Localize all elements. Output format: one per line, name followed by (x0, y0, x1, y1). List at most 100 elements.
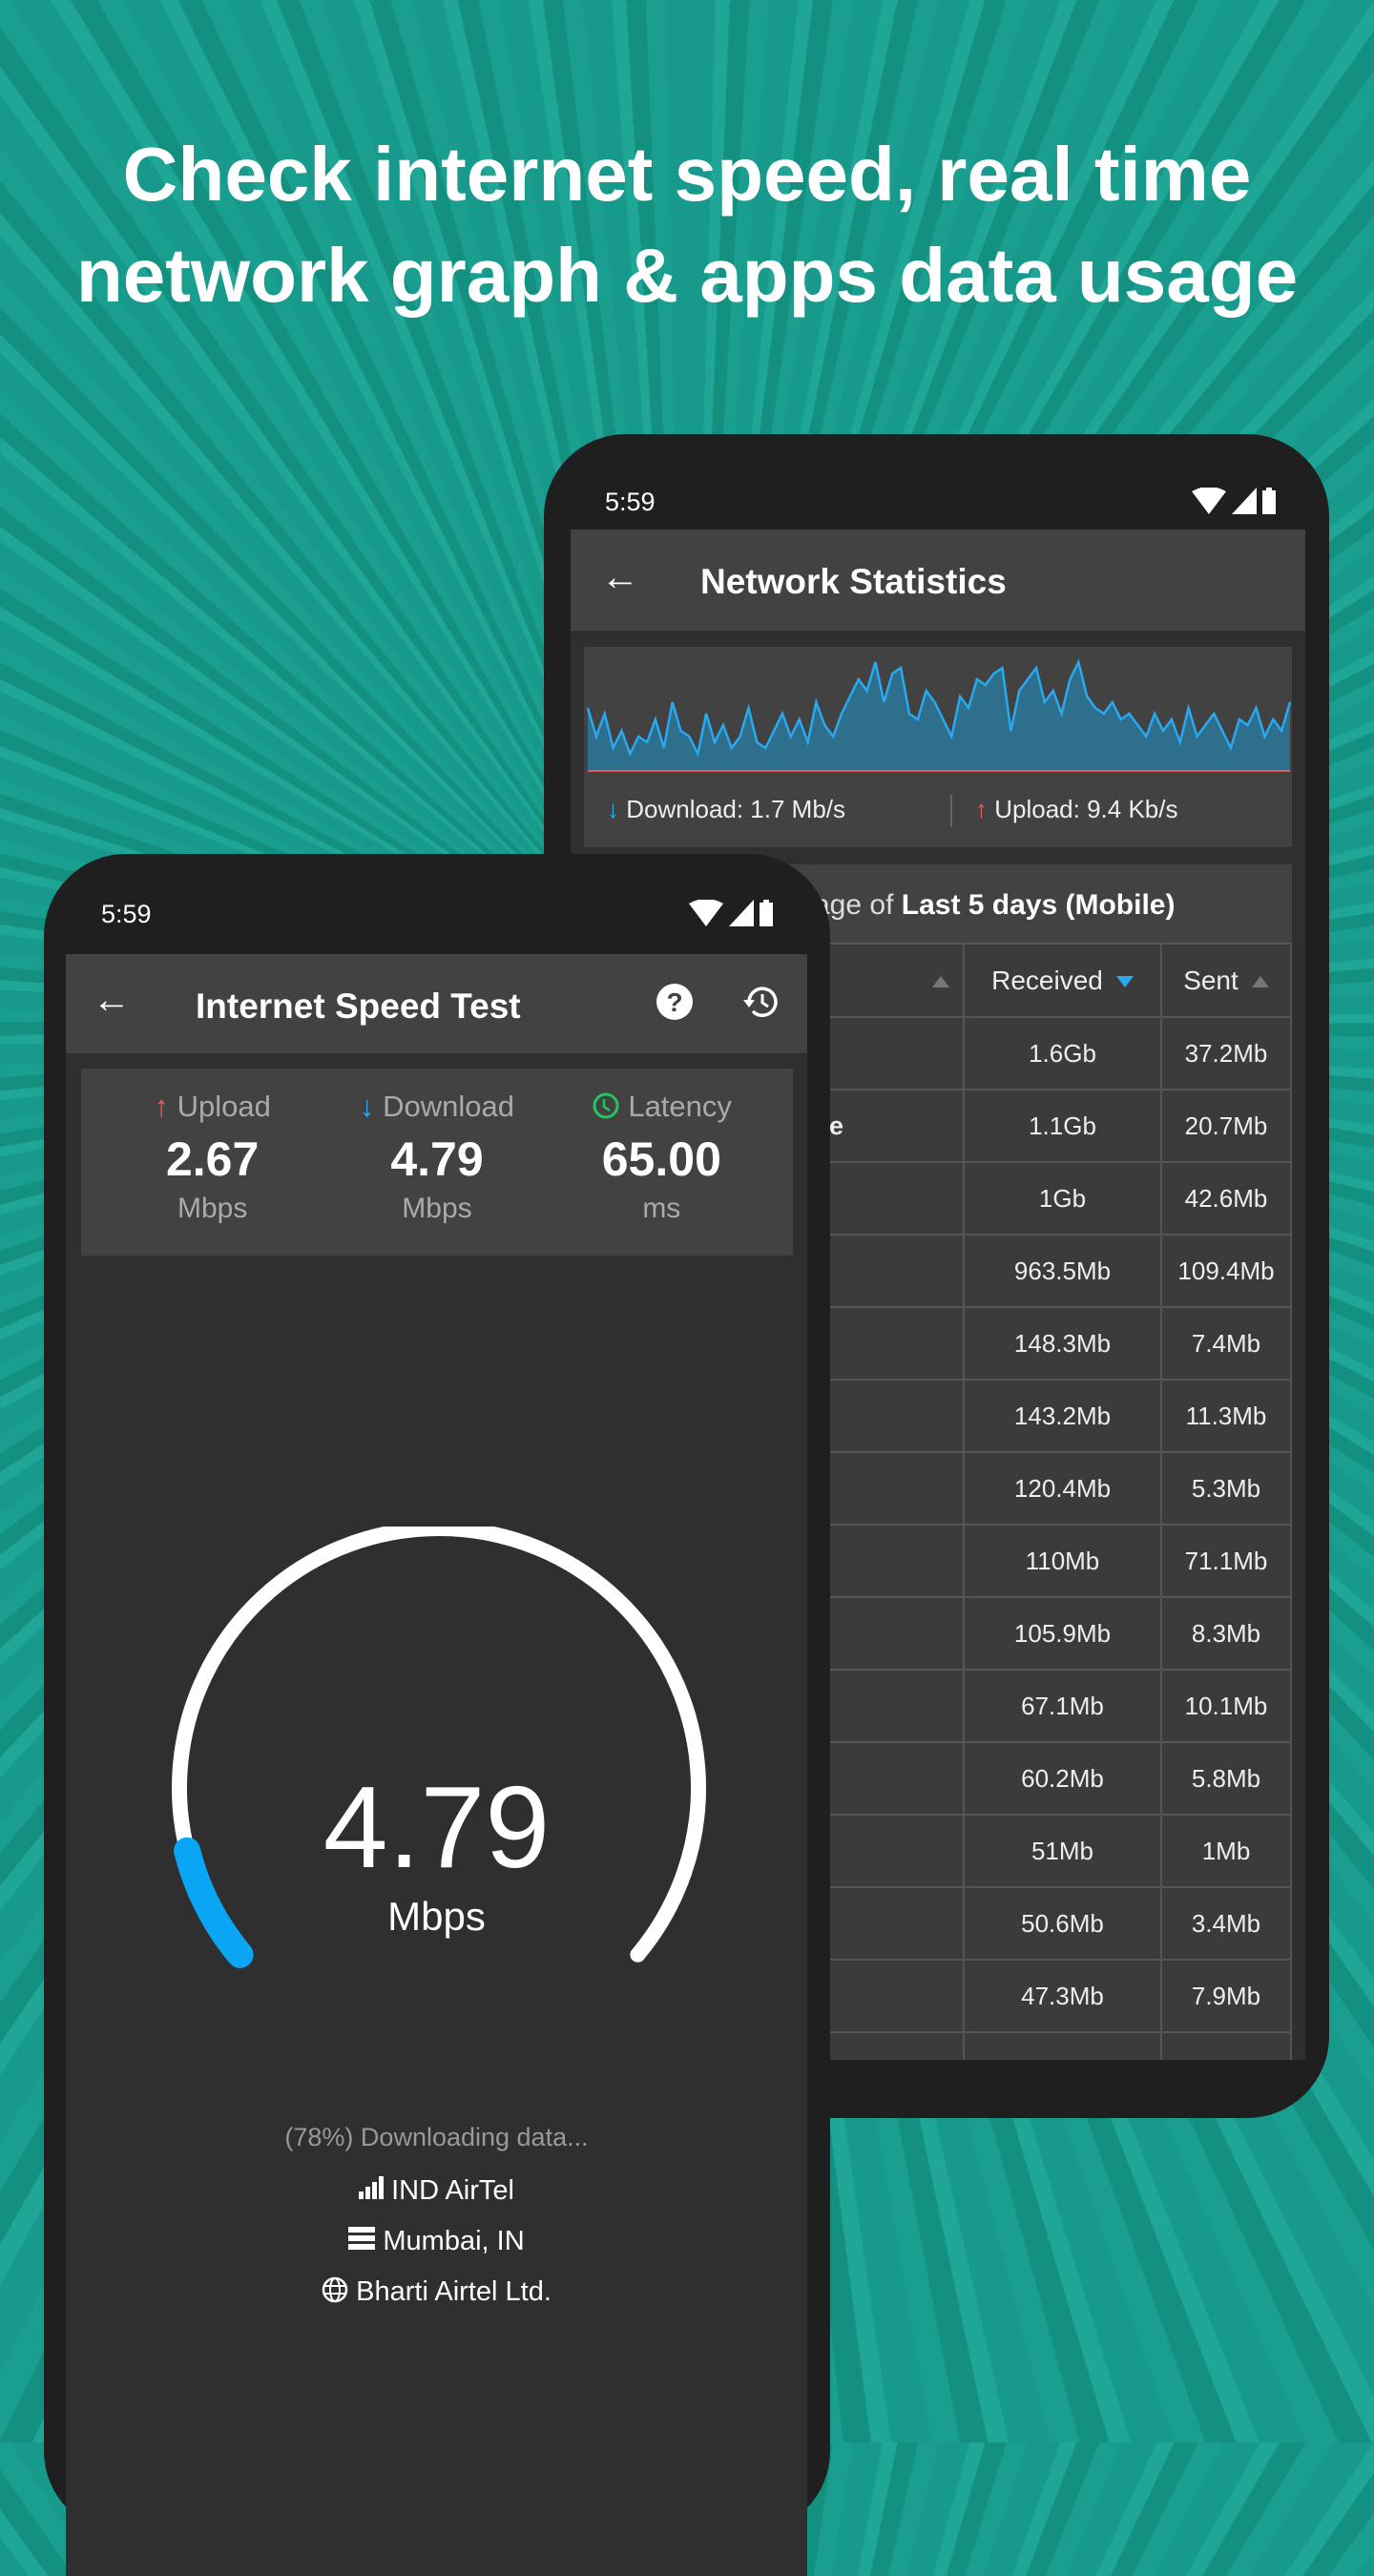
received-cell: 60.2Mb (963, 1741, 1162, 1816)
download-rate: Download: 1.7 Mb/s (626, 795, 846, 823)
toolbar: ← Network Statistics (571, 530, 1305, 631)
results-card: ↑ Upload 2.67 Mbps ↓ Download 4.79 Mbps … (81, 1069, 793, 1256)
server-row: Mumbai, IN (66, 2226, 807, 2257)
headline: Check internet speed, real time network … (0, 124, 1374, 326)
upload-label: Upload (177, 1090, 271, 1123)
toolbar: ← Internet Speed Test ? (66, 954, 807, 1053)
status-time: 5:59 (605, 488, 656, 516)
sent-cell: 71.1Mb (1160, 1524, 1292, 1598)
sent-cell: 5.8Mb (1160, 1741, 1292, 1816)
received-header: Received (991, 965, 1103, 995)
speed-test-screen: ← Internet Speed Test ? ↑ Upload 2.67 Mb… (66, 954, 807, 2576)
download-arrow-icon: ↓ (359, 1090, 375, 1123)
isp-name: Bharti Airtel Ltd. (356, 2276, 552, 2307)
received-cell: 120.4Mb (963, 1451, 1162, 1526)
sent-cell: 20.7Mb (1160, 1089, 1292, 1163)
page-title: Network Statistics (700, 562, 1007, 601)
history-icon[interactable] (741, 983, 781, 1021)
headline-line-2: network graph & apps data usage (75, 233, 1299, 318)
operator-name: IND AirTel (391, 2175, 514, 2206)
gauge-unit: Mbps (387, 1894, 486, 1939)
upload-arrow-icon: ↑ (975, 795, 988, 823)
cellular-icon (729, 900, 754, 926)
legend-divider (950, 795, 952, 827)
status-icons (689, 900, 773, 926)
sent-cell: 10.1Mb (1160, 1669, 1292, 1743)
usage-period: Last 5 days (Mobile) (901, 889, 1176, 921)
speed-test-phone: 5:59 ← Internet Speed Test ? ↑ Upload 2.… (44, 854, 830, 2576)
network-graph (586, 658, 1292, 772)
sent-cell: 7.4Mb (1160, 1306, 1292, 1381)
received-cell: 51Mb (963, 1814, 1162, 1888)
status-bar: 5:59 (571, 470, 1302, 530)
signal-bars-icon (359, 2176, 384, 2199)
status-icons (1192, 488, 1276, 514)
upload-unit: Mbps (177, 1193, 248, 1224)
server-icon (348, 2227, 376, 2250)
help-icon[interactable]: ? (656, 983, 694, 1021)
status-bar: 5:59 (44, 883, 830, 942)
operator-row: IND AirTel (66, 2175, 807, 2207)
received-cell: 963.5Mb (963, 1234, 1162, 1308)
server-location: Mumbai, IN (383, 2226, 525, 2256)
sent-cell: 7.9Mb (1160, 1959, 1292, 2033)
sent-header: Sent (1183, 965, 1239, 995)
battery-icon (760, 900, 773, 926)
sent-cell: 37.2Mb (1160, 1016, 1292, 1091)
headline-line-1: Check internet speed, real time (122, 132, 1252, 217)
isp-row: Bharti Airtel Ltd. (66, 2276, 807, 2308)
download-label: Download (383, 1090, 514, 1123)
download-legend: ↓ Download: 1.7 Mb/s (607, 795, 845, 824)
download-stat: ↓ Download 4.79 Mbps (327, 1069, 547, 1256)
download-unit: Mbps (402, 1193, 472, 1224)
upload-stat: ↑ Upload 2.67 Mbps (103, 1069, 323, 1256)
received-cell: 148.3Mb (963, 1306, 1162, 1381)
received-cell: 67.1Mb (963, 1669, 1162, 1743)
latency-label: Latency (628, 1090, 732, 1123)
download-arrow-icon: ↓ (607, 795, 619, 823)
sent-cell: 11.3Mb (1160, 1379, 1292, 1453)
download-value: 4.79 (390, 1132, 484, 1186)
received-cell: 1Gb (963, 1161, 1162, 1236)
received-cell: 143.2Mb (963, 1379, 1162, 1453)
sent-cell: 109.4Mb (1160, 1234, 1292, 1308)
received-cell: 50.6Mb (963, 1886, 1162, 1961)
sort-asc-icon (1251, 976, 1269, 988)
progress-text: (78%) Downloading data... (284, 2123, 589, 2151)
gauge-value: 4.79 (323, 1762, 551, 1892)
received-cell: 105.9Mb (963, 1596, 1162, 1671)
back-arrow-icon[interactable]: ← (93, 979, 131, 1022)
upload-rate: Upload: 9.4 Kb/s (994, 795, 1178, 823)
sort-asc-icon (932, 976, 949, 988)
latency-value: 65.00 (601, 1132, 721, 1186)
upload-arrow-icon: ↑ (154, 1090, 169, 1123)
received-cell: 47.3Mb (963, 1959, 1162, 2033)
sent-cell: 8.3Mb (1160, 1596, 1292, 1671)
latency-unit: ms (642, 1193, 681, 1224)
sent-cell: 42.6Mb (1160, 1161, 1292, 1236)
sent-cell: 1Mb (1160, 1814, 1292, 1888)
sent-cell: 3.4Mb (1160, 1886, 1292, 1961)
latency-stat: Latency 65.00 ms (552, 1069, 771, 1256)
wifi-icon (1192, 488, 1226, 514)
received-cell: 1.1Gb (963, 1089, 1162, 1163)
battery-icon (1262, 488, 1276, 514)
column-sent[interactable]: Sent (1160, 943, 1292, 1018)
upload-legend: ↑ Upload: 9.4 Kb/s (975, 795, 1177, 824)
received-cell: 1.6Gb (963, 1016, 1162, 1091)
sent-cell: 5.3Mb (1160, 1451, 1292, 1526)
column-received[interactable]: Received (963, 943, 1162, 1018)
clock-icon (593, 1092, 619, 1119)
upload-value: 2.67 (165, 1132, 260, 1186)
globe-icon (322, 2276, 348, 2303)
wifi-icon (689, 900, 723, 926)
svg-text:?: ? (666, 987, 682, 1017)
sort-desc-icon (1115, 976, 1134, 988)
status-time: 5:59 (101, 900, 152, 928)
cellular-icon (1232, 488, 1257, 514)
network-graph-card: ↓ Download: 1.7 Mb/s ↑ Upload: 9.4 Kb/s (584, 647, 1292, 847)
back-arrow-icon[interactable]: ← (601, 556, 639, 599)
page-title: Internet Speed Test (196, 987, 521, 1026)
download-area (588, 662, 1290, 771)
received-cell: 110Mb (963, 1524, 1162, 1598)
